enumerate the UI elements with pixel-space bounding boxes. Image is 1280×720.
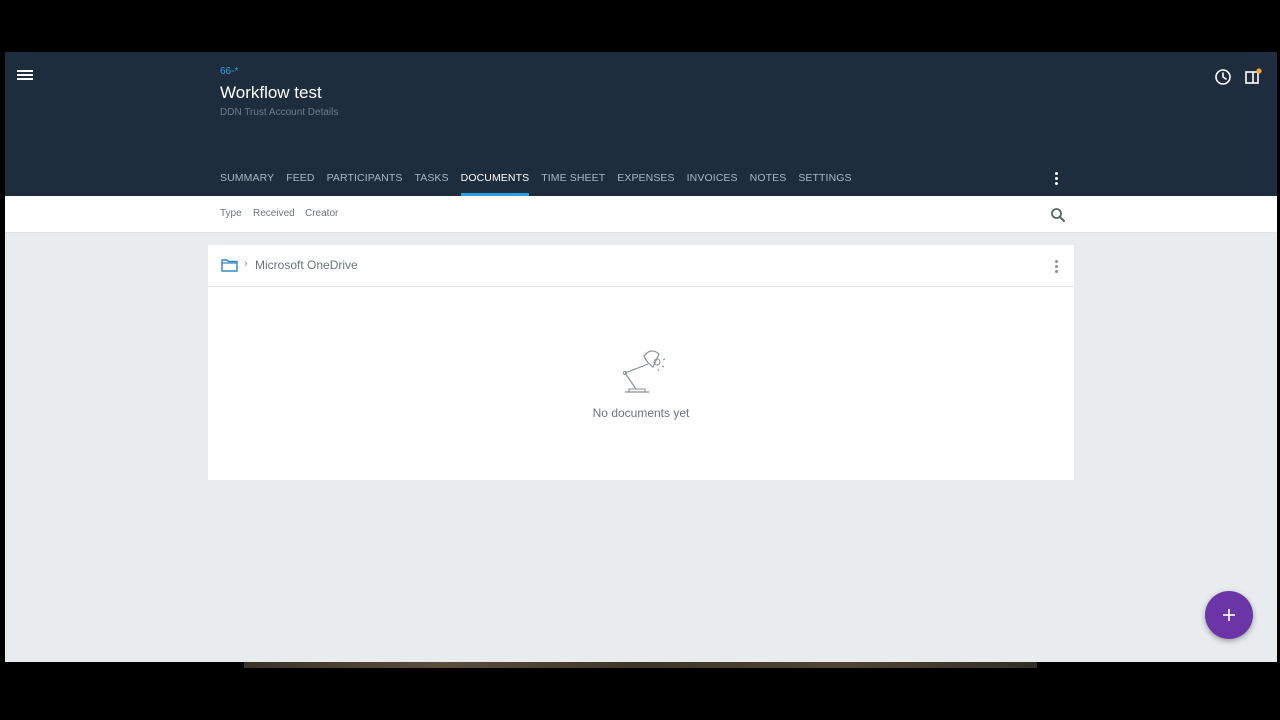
filter-bar: Type Received Creator: [5, 196, 1277, 233]
search-icon[interactable]: [1050, 207, 1066, 223]
empty-state-message: No documents yet: [592, 406, 690, 420]
tab-tasks[interactable]: TASKS: [414, 164, 448, 196]
tab-expenses[interactable]: EXPENSES: [617, 164, 674, 196]
tab-feed[interactable]: FEED: [286, 164, 314, 196]
clock-icon[interactable]: [1214, 68, 1232, 86]
tab-invoices[interactable]: INVOICES: [687, 164, 738, 196]
page-subtitle: DDN Trust Account Details: [220, 107, 339, 118]
plus-icon: [1223, 609, 1235, 621]
background-strip: [244, 662, 1037, 668]
breadcrumb[interactable]: Microsoft OneDrive: [255, 258, 358, 272]
folder-icon[interactable]: [221, 258, 238, 272]
matter-code[interactable]: 66-*: [220, 66, 238, 77]
folder-more-options-icon[interactable]: [1053, 259, 1059, 275]
side-panel-icon[interactable]: [1244, 68, 1262, 86]
tab-summary[interactable]: SUMMARY: [220, 164, 274, 196]
tab-bar: SUMMARY FEED PARTICIPANTS TASKS DOCUMENT…: [220, 164, 864, 196]
tab-notes[interactable]: NOTES: [750, 164, 787, 196]
filter-creator[interactable]: Creator: [305, 208, 338, 219]
hamburger-menu-icon[interactable]: [17, 68, 35, 84]
documents-panel-header: › Microsoft OneDrive: [208, 245, 1074, 287]
add-document-button[interactable]: [1205, 591, 1253, 639]
desk-lamp-icon: [617, 345, 667, 395]
tab-documents[interactable]: DOCUMENTS: [460, 164, 530, 196]
tab-settings[interactable]: SETTINGS: [798, 164, 851, 196]
app-window: 66-* Workflow test DDN Trust Account Det…: [5, 52, 1277, 662]
page-title: Workflow test: [220, 83, 322, 102]
documents-panel: › Microsoft OneDrive No documents yet: [208, 245, 1074, 480]
more-options-icon[interactable]: [1053, 171, 1059, 187]
tab-time-sheet[interactable]: TIME SHEET: [541, 164, 605, 196]
filter-received[interactable]: Received: [253, 208, 295, 219]
matter-header: 66-* Workflow test DDN Trust Account Det…: [5, 52, 1277, 196]
breadcrumb-separator: ›: [244, 258, 248, 270]
filter-type[interactable]: Type: [220, 208, 242, 219]
tab-participants[interactable]: PARTICIPANTS: [327, 164, 403, 196]
